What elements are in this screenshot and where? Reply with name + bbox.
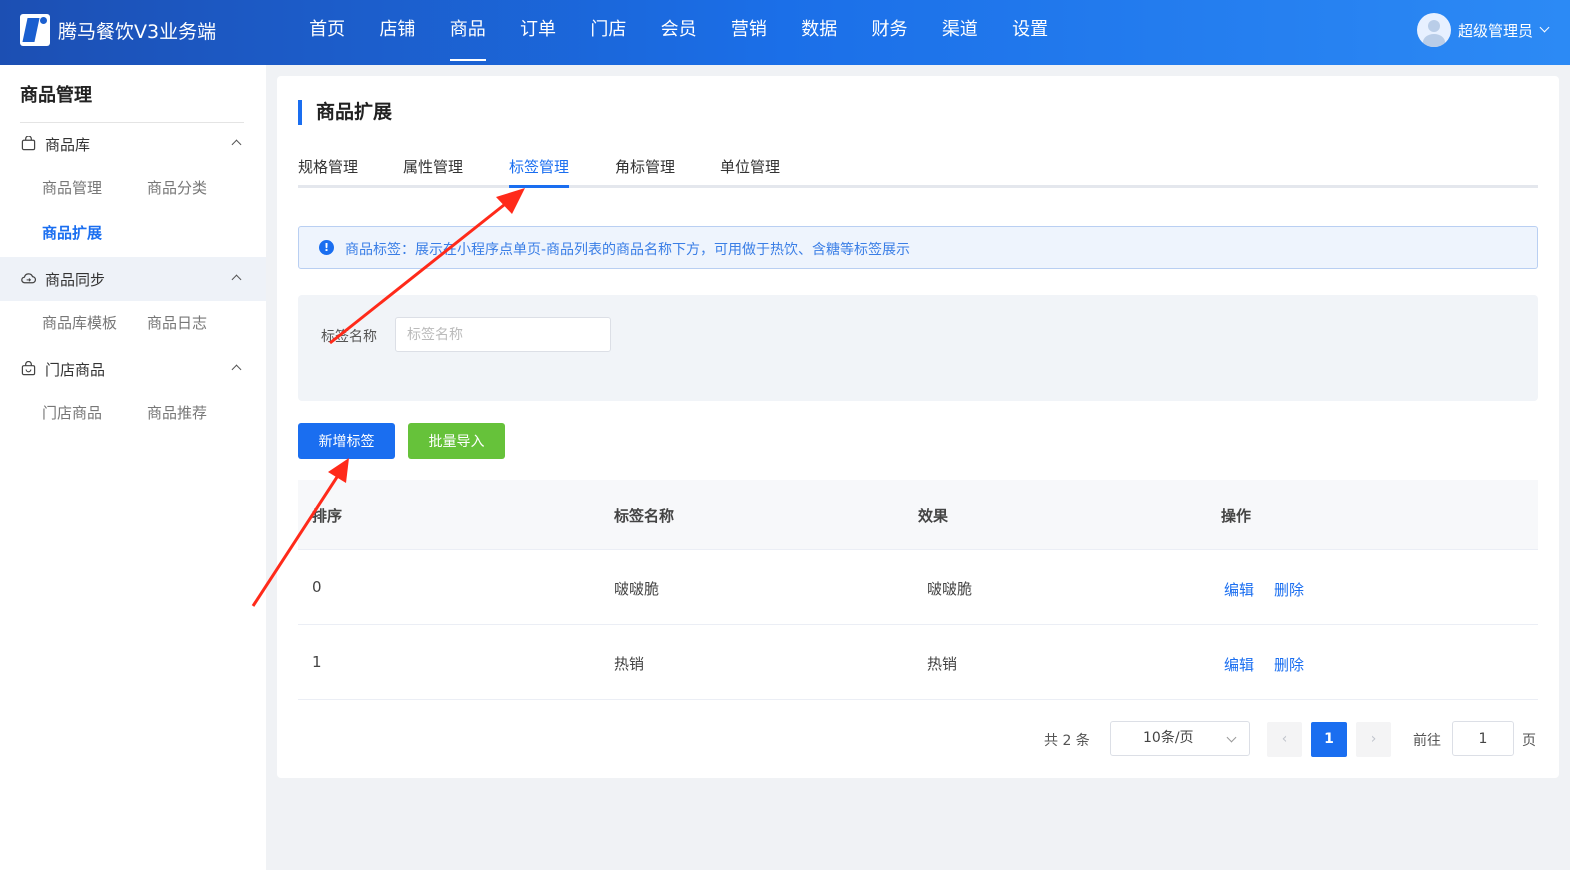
bag-icon <box>21 136 36 151</box>
table-row: 1 热销 热销 编辑 删除 <box>298 625 1538 700</box>
nav-shops[interactable]: 门店 <box>573 0 643 65</box>
cell-effect: 啵啵脆 <box>927 580 973 598</box>
prev-page-button[interactable]: ‹ <box>1267 722 1302 757</box>
sidebar-item-store-products[interactable]: 门店商品 <box>42 402 102 423</box>
delete-link[interactable]: 删除 <box>1274 579 1304 600</box>
top-nav: 首页 店铺 商品 订单 门店 会员 营销 数据 财务 渠道 设置 <box>292 0 1065 65</box>
delete-link[interactable]: 删除 <box>1274 654 1304 675</box>
column-header-effect: 效果 <box>918 507 949 525</box>
nav-marketing[interactable]: 营销 <box>714 0 784 65</box>
sidebar-item-product-recommend[interactable]: 商品推荐 <box>147 402 207 423</box>
page-size-select[interactable]: 10条/页 <box>1110 721 1250 756</box>
cell-sort: 1 <box>312 653 322 671</box>
add-tag-button[interactable]: 新增标签 <box>298 423 395 459</box>
nav-orders[interactable]: 订单 <box>503 0 573 65</box>
table-row: 0 啵啵脆 啵啵脆 编辑 删除 <box>298 550 1538 625</box>
nav-products[interactable]: 商品 <box>433 0 503 65</box>
sidebar-title: 商品管理 <box>20 85 92 106</box>
main-card: 商品扩展 规格管理 属性管理 标签管理 角标管理 单位管理 ! 商品标签：展示在… <box>277 76 1559 778</box>
chevron-up-icon[interactable] <box>231 274 242 285</box>
sidebar-group-label: 商品同步 <box>45 271 106 289</box>
tab-corner-mark[interactable]: 角标管理 <box>615 156 675 188</box>
top-header: 腾马餐饮V3业务端 首页 店铺 商品 订单 门店 会员 营销 数据 财务 渠道 … <box>0 0 1570 65</box>
app-logo-icon <box>20 14 50 46</box>
tab-bar: 规格管理 属性管理 标签管理 角标管理 单位管理 <box>298 152 1538 188</box>
chevron-up-icon[interactable] <box>231 139 242 150</box>
nav-data[interactable]: 数据 <box>784 0 854 65</box>
nav-channels[interactable]: 渠道 <box>925 0 995 65</box>
filter-panel: 标签名称 <box>298 295 1538 401</box>
sidebar: 商品管理 商品库 商品管理 商品分类 商品扩展 商品同步 商品库模板 商品日志 … <box>0 65 266 870</box>
chevron-down-icon <box>1226 732 1237 743</box>
info-alert: ! 商品标签：展示在小程序点单页-商品列表的商品名称下方，可用做于热饮、含糖等标… <box>298 226 1538 269</box>
cell-tag-name: 啵啵脆 <box>614 580 660 598</box>
nav-finance[interactable]: 财务 <box>854 0 924 65</box>
current-page[interactable]: 1 <box>1311 722 1347 757</box>
batch-import-button[interactable]: 批量导入 <box>408 423 505 459</box>
tab-tag[interactable]: 标签管理 <box>509 156 570 188</box>
page-title: 商品扩展 <box>298 100 392 125</box>
sidebar-group-label: 商品库 <box>45 136 91 154</box>
filter-label: 标签名称 <box>321 329 377 345</box>
user-menu[interactable]: 超级管理员 <box>1416 13 1550 47</box>
nav-home[interactable]: 首页 <box>292 0 362 65</box>
goto-page-input[interactable] <box>1452 721 1514 756</box>
column-header-name: 标签名称 <box>614 507 675 525</box>
tab-spec[interactable]: 规格管理 <box>298 156 358 188</box>
sidebar-item-product-extension[interactable]: 商品扩展 <box>42 222 102 243</box>
cell-sort: 0 <box>312 578 322 596</box>
cell-effect: 热销 <box>927 655 958 673</box>
info-icon: ! <box>319 240 334 255</box>
brand[interactable]: 腾马餐饮V3业务端 <box>20 14 216 46</box>
sidebar-item-library-template[interactable]: 商品库模板 <box>42 312 117 333</box>
chevron-up-icon[interactable] <box>231 364 242 375</box>
pagination: 共 2 条 10条/页 ‹ 1 › 前往 页 <box>277 721 1559 757</box>
sidebar-item-product-management[interactable]: 商品管理 <box>42 177 102 198</box>
avatar <box>1416 13 1451 47</box>
nav-members[interactable]: 会员 <box>643 0 713 65</box>
nav-store[interactable]: 店铺 <box>362 0 432 65</box>
sidebar-group-product-library[interactable]: 商品库 <box>0 122 266 166</box>
sidebar-group-store-products[interactable]: 门店商品 <box>0 347 266 391</box>
chevron-down-icon <box>1539 22 1550 33</box>
page-unit-label: 页 <box>1522 733 1536 749</box>
column-header-sort: 排序 <box>312 507 343 525</box>
cloud-sync-icon <box>21 273 36 284</box>
sidebar-item-product-log[interactable]: 商品日志 <box>147 312 207 333</box>
tag-table: 排序 标签名称 效果 操作 0 啵啵脆 啵啵脆 编辑 删除 1 热销 热销 编辑… <box>298 480 1538 700</box>
column-header-actions: 操作 <box>1221 507 1252 525</box>
tab-attribute[interactable]: 属性管理 <box>403 156 463 188</box>
nav-settings[interactable]: 设置 <box>995 0 1065 65</box>
user-name: 超级管理员 <box>1457 21 1533 40</box>
total-count: 共 2 条 <box>1044 733 1090 749</box>
alert-text: 商品标签：展示在小程序点单页-商品列表的商品名称下方，可用做于热饮、含糖等标签展… <box>345 242 911 258</box>
shop-bag-icon <box>21 361 36 376</box>
table-header: 排序 标签名称 效果 操作 <box>298 480 1538 550</box>
next-page-button[interactable]: › <box>1356 722 1391 757</box>
goto-label: 前往 <box>1413 733 1441 749</box>
sidebar-group-label: 门店商品 <box>45 361 106 379</box>
tab-unit[interactable]: 单位管理 <box>720 156 780 188</box>
page-size-value: 10条/页 <box>1143 730 1194 746</box>
cell-tag-name: 热销 <box>614 655 645 673</box>
app-name: 腾马餐饮V3业务端 <box>58 20 217 43</box>
tag-name-input[interactable] <box>395 317 611 352</box>
edit-link[interactable]: 编辑 <box>1224 654 1254 675</box>
edit-link[interactable]: 编辑 <box>1224 579 1254 600</box>
sidebar-group-product-sync[interactable]: 商品同步 <box>0 257 266 301</box>
sidebar-item-product-category[interactable]: 商品分类 <box>147 177 207 198</box>
